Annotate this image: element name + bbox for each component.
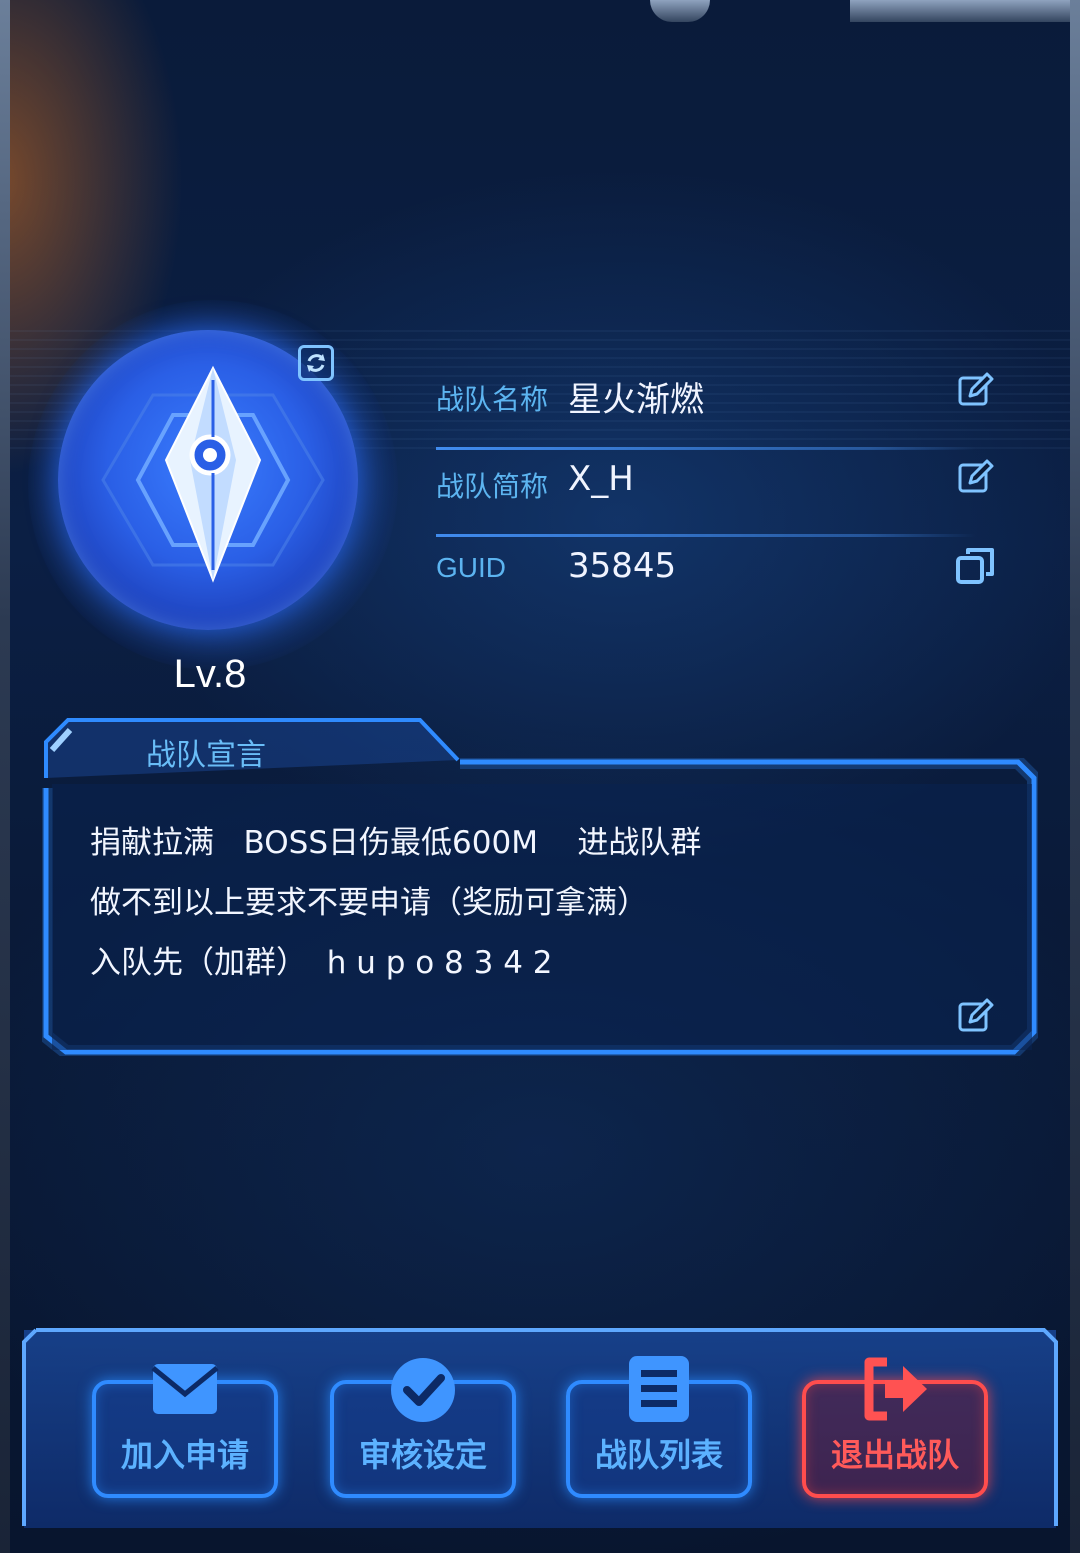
declaration-line: 捐献拉满 BOSS日伤最低600M 进战队群 xyxy=(90,825,702,861)
team-short-label: 战队简称 xyxy=(436,470,549,503)
refresh-icon[interactable] xyxy=(298,345,334,381)
team-name-label: 战队名称 xyxy=(436,383,549,416)
team-short-row: 战队简称 X_H xyxy=(436,457,1006,537)
right-frame-rail xyxy=(1070,0,1080,1553)
guid-label: GUID xyxy=(436,552,506,583)
leave-team-label: 退出战队 xyxy=(830,1436,959,1474)
list-icon xyxy=(629,1356,689,1422)
top-frame-plate xyxy=(850,0,1070,22)
left-frame-rail xyxy=(0,0,10,1553)
exit-icon xyxy=(864,1357,927,1421)
join-requests-label: 加入申请 xyxy=(120,1436,249,1474)
diamond-crest-icon xyxy=(101,365,325,583)
edit-icon[interactable] xyxy=(956,996,996,1036)
team-short-value: X_H xyxy=(568,459,634,499)
declaration-line: 做不到以上要求不要申请（奖励可拿满） xyxy=(90,885,648,921)
team-level: Lv.8 xyxy=(173,652,247,696)
copy-icon[interactable] xyxy=(954,544,998,588)
guid-value: 35845 xyxy=(568,546,677,586)
review-settings-label: 审核设定 xyxy=(358,1436,487,1474)
declaration-line: 入队先（加群） h u p o 8 3 4 2 xyxy=(90,945,553,981)
row-divider xyxy=(436,534,976,537)
team-list-label: 战队列表 xyxy=(594,1436,723,1474)
row-divider xyxy=(436,447,976,450)
team-guid-row: GUID 35845 xyxy=(436,544,1006,604)
mail-icon xyxy=(151,1364,219,1414)
declaration-title: 战队宣言 xyxy=(146,738,266,773)
check-icon xyxy=(391,1358,455,1422)
team-emblem[interactable] xyxy=(28,300,398,670)
team-name-row: 战队名称 星火渐燃 xyxy=(436,370,1006,450)
edit-icon[interactable] xyxy=(956,370,996,410)
edit-icon[interactable] xyxy=(956,457,996,497)
team-name-value: 星火渐燃 xyxy=(568,380,704,420)
